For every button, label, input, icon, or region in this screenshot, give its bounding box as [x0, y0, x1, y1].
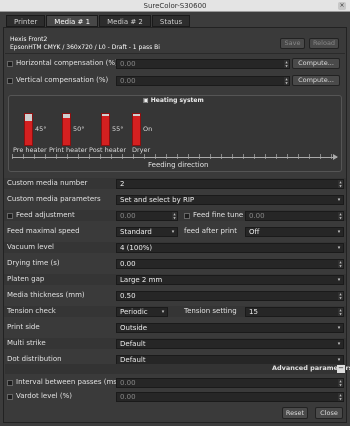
spin-arrows-icon[interactable]: ▲ ▼	[338, 260, 343, 268]
vacuum-level-select[interactable]: 4 (100%) ▾	[116, 243, 344, 253]
vertical-compensation-field[interactable]: 0.00 ▲ ▼	[116, 76, 290, 86]
media-thickness-field[interactable]: 0.50 ▲ ▼	[116, 291, 344, 301]
spin-arrows-icon[interactable]: ▲ ▼	[172, 212, 177, 220]
tension-setting-label: Tension setting	[184, 307, 237, 315]
close-button[interactable]: Close	[315, 407, 343, 419]
dropdown-arrow-icon[interactable]: ▾	[170, 229, 176, 235]
interval-between-passes-label: Interval between passes (ms)	[16, 378, 120, 386]
feed-max-speed-select[interactable]: Standard ▾	[116, 227, 178, 237]
interval-between-passes-field[interactable]: 0.00 ▲ ▼	[116, 378, 344, 388]
tab-bar: Printer Media # 1 Media # 2 Status	[6, 15, 191, 27]
custom-media-number-field[interactable]: 2 ▲ ▼	[116, 179, 344, 189]
tab-media-1[interactable]: Media # 1	[46, 15, 99, 27]
feed-fine-tune-field[interactable]: 0.00 ▲ ▼	[245, 211, 344, 221]
print-side-select[interactable]: Outside ▾	[116, 323, 344, 333]
print-heater-label: Print heater	[49, 146, 88, 154]
custom-media-number-label: Custom media number	[7, 179, 88, 187]
tab-status[interactable]: Status	[151, 15, 191, 27]
platen-gap-select[interactable]: Large 2 mm ▾	[116, 275, 344, 285]
feeding-direction-line	[12, 157, 337, 158]
interval-between-passes-checkbox[interactable]	[7, 380, 13, 386]
custom-media-params-label: Custom media parameters	[7, 195, 101, 203]
feed-fine-tune-checkbox[interactable]	[184, 213, 190, 219]
heating-system-title: ▣ Heating system	[143, 97, 204, 104]
close-window-icon[interactable]: ×	[338, 2, 346, 10]
horizontal-compensation-field[interactable]: 0.00 ▲ ▼	[116, 59, 290, 69]
vacuum-level-label: Vacuum level	[7, 243, 54, 251]
drying-time-label: Drying time (s)	[7, 259, 60, 267]
reset-button[interactable]: Reset	[282, 407, 308, 419]
print-heater-gauge	[62, 113, 71, 146]
feed-after-print-label: feed after print	[184, 227, 237, 235]
compute-vertical-button[interactable]: Compute...	[292, 75, 340, 86]
pre-heater-temp: 45°	[35, 125, 47, 133]
arrow-right-icon	[333, 154, 338, 160]
feed-adjustment-label: Feed adjustment	[16, 211, 75, 219]
vertical-compensation-checkbox[interactable]	[7, 78, 13, 84]
window-title: SureColor-S30600	[143, 2, 207, 10]
horizontal-compensation-label: Horizontal compensation (%)	[16, 59, 118, 67]
spin-arrows-icon[interactable]: ▲ ▼	[338, 292, 343, 300]
pre-heater-label: Pre heater	[13, 146, 47, 154]
dropdown-arrow-icon[interactable]: ▾	[336, 277, 342, 283]
dropdown-arrow-icon[interactable]: ▾	[160, 309, 166, 315]
spin-arrows-icon[interactable]: ▲ ▼	[338, 308, 343, 316]
tab-printer[interactable]: Printer	[6, 15, 46, 27]
dropdown-arrow-icon[interactable]: ▾	[336, 325, 342, 331]
drying-time-field[interactable]: 0.00 ▲ ▼	[116, 259, 344, 269]
feed-fine-tune-label: Feed fine tune	[193, 211, 244, 219]
reload-button[interactable]: Reload	[309, 38, 339, 49]
print-heater-temp: 50°	[73, 125, 85, 133]
tension-check-select[interactable]: Periodic ▾	[116, 307, 168, 317]
save-button[interactable]: Save	[280, 38, 305, 49]
dryer-state: On	[143, 125, 153, 133]
spin-arrows-icon[interactable]: ▲ ▼	[338, 180, 343, 188]
compute-horizontal-button[interactable]: Compute...	[292, 58, 340, 69]
post-heater-gauge	[101, 113, 110, 146]
dropdown-arrow-icon[interactable]: ▾	[336, 229, 342, 235]
checkbox-icon[interactable]: ▣	[143, 97, 149, 104]
tab-media-2[interactable]: Media # 2	[99, 15, 151, 27]
dryer-gauge	[132, 113, 141, 146]
dryer-label: Dryer	[132, 146, 151, 154]
custom-media-params-select[interactable]: Set and select by RIP ▾	[116, 195, 344, 205]
window-titlebar: SureColor-S30600 ×	[0, 0, 350, 12]
spin-arrows-icon[interactable]: ▲ ▼	[284, 77, 289, 85]
media-header: Hexis Front2 EpsonHTM CMYK / 360x720 / L…	[10, 36, 160, 52]
horizontal-compensation-checkbox[interactable]	[7, 61, 13, 67]
feed-max-speed-label: Feed maximal speed	[7, 227, 80, 235]
multi-strike-select[interactable]: Default ▾	[116, 339, 344, 349]
vardot-level-label: Vardot level (%)	[16, 392, 72, 400]
feed-adjustment-checkbox[interactable]	[7, 213, 13, 219]
feed-adjustment-field[interactable]: 0.00 ▲ ▼	[116, 211, 178, 221]
post-heater-label: Post heater	[89, 146, 126, 154]
vertical-compensation-label: Vertical compensation (%)	[16, 76, 109, 84]
tension-setting-field[interactable]: 15 ▲ ▼	[245, 307, 344, 317]
dropdown-arrow-icon[interactable]: ▾	[336, 197, 342, 203]
spin-arrows-icon[interactable]: ▲ ▼	[284, 60, 289, 68]
vardot-level-checkbox[interactable]	[7, 394, 13, 400]
collapse-icon[interactable]: −	[337, 365, 345, 373]
vardot-level-field[interactable]: 0.00 ▲ ▼	[116, 392, 344, 402]
platen-gap-label: Platen gap	[7, 275, 45, 283]
spin-arrows-icon[interactable]: ▲ ▼	[338, 212, 343, 220]
spin-arrows-icon[interactable]: ▲ ▼	[338, 393, 343, 401]
media-name: Hexis Front2	[10, 36, 48, 43]
tension-check-label: Tension check	[7, 307, 56, 315]
feed-after-print-select[interactable]: Off ▾	[245, 227, 344, 237]
media-thickness-label: Media thickness (mm)	[7, 291, 85, 299]
divider	[5, 53, 345, 54]
pre-heater-gauge	[24, 113, 33, 146]
dropdown-arrow-icon[interactable]: ▾	[336, 341, 342, 347]
dropdown-arrow-icon[interactable]: ▾	[336, 245, 342, 251]
media-profile: EpsonHTM CMYK / 360x720 / L0 - Draft - 1…	[10, 44, 160, 51]
spin-arrows-icon[interactable]: ▲ ▼	[338, 379, 343, 387]
dropdown-arrow-icon[interactable]: ▾	[336, 357, 342, 363]
feeding-direction-label: Feeding direction	[148, 161, 209, 169]
post-heater-temp: 55°	[112, 125, 124, 133]
dot-distribution-label: Dot distribution	[7, 355, 62, 363]
multi-strike-label: Multi strike	[7, 339, 46, 347]
print-side-label: Print side	[7, 323, 40, 331]
